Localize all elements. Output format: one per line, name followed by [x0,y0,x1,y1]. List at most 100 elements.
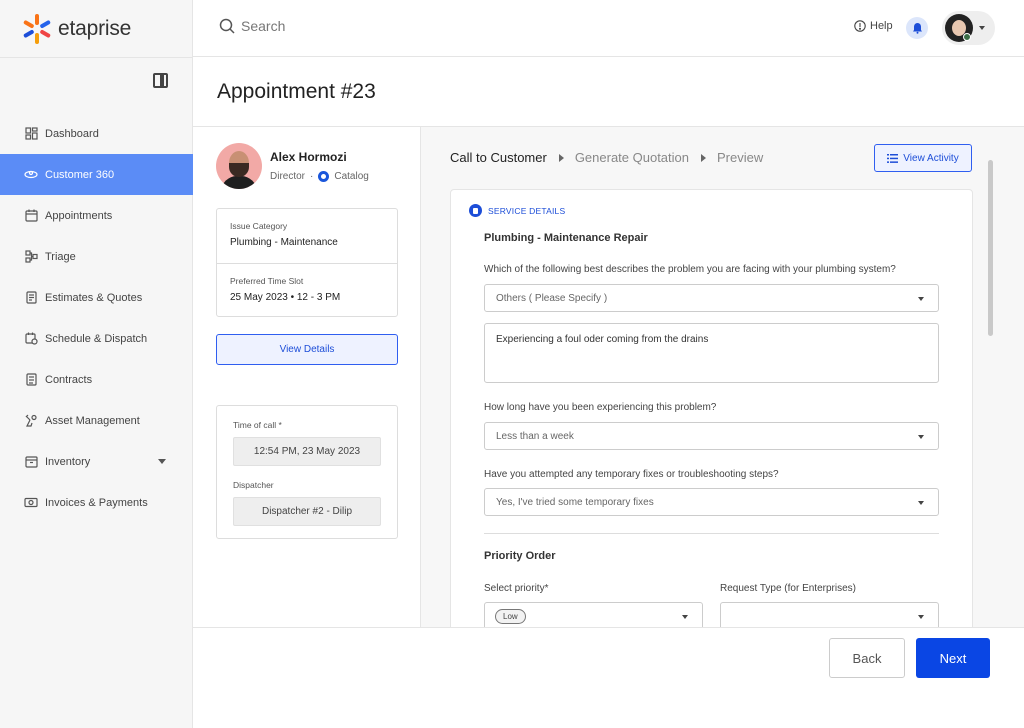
problem-detail-textarea[interactable]: Experiencing a foul oder coming from the… [484,323,939,383]
sidebar-item-inventory[interactable]: Inventory [0,441,193,482]
sidebar-item-label: Triage [45,250,76,263]
invoices-icon [24,496,38,510]
sidebar-item-label: Schedule & Dispatch [45,332,148,345]
sidebar-item-triage[interactable]: Triage [0,236,193,277]
dashboard-icon [24,127,38,141]
call-info-card: Time of call * 12:54 PM, 23 May 2023 Dis… [216,405,398,539]
sidebar-item-label: Dashboard [45,127,99,140]
request-type-select[interactable] [720,602,939,627]
sidebar-item-label: Inventory [45,455,91,468]
back-button[interactable]: Back [829,638,905,678]
issue-category-label: Issue Category [230,221,288,231]
sidebar-item-label: Appointments [45,209,113,222]
page-title: Appointment #23 [217,80,376,103]
chevron-right-icon [701,153,707,162]
divider [0,57,193,58]
view-details-button[interactable]: View Details [216,334,398,365]
top-header: Search Help [193,0,1024,57]
issue-category-value: Plumbing - Maintenance [230,237,338,248]
sidebar-item-schedule-dispatch[interactable]: Schedule & Dispatch [0,318,193,359]
select-value: Less than a week [496,430,574,442]
help-label: Help [870,20,893,32]
request-type-label: Request Type (for Enterprises) [720,583,856,594]
catalog-icon [318,171,330,182]
document-icon [469,204,482,217]
sidebar-item-label: Customer 360 [45,168,115,181]
help-icon [854,20,866,32]
select-value: Yes, I've tried some temporary fixes [496,496,654,508]
estimates-icon [24,291,38,305]
search-bar[interactable]: Search [219,18,285,34]
caret-down-icon [682,615,688,619]
app-name: etaprise [58,17,132,40]
step-preview[interactable]: Preview [717,150,763,165]
caret-down-icon [918,615,924,619]
chevron-down-icon [979,26,985,30]
step-call-to-customer[interactable]: Call to Customer [450,150,547,165]
separator: · [310,171,314,182]
sidebar-item-invoices-payments[interactable]: Invoices & Payments [0,482,193,523]
sidebar-item-estimates-quotes[interactable]: Estimates & Quotes [0,277,193,318]
caret-down-icon [918,297,924,301]
contracts-icon [24,373,38,387]
next-button[interactable]: Next [916,638,990,678]
priority-heading: Priority Order [484,550,556,562]
logo[interactable]: etaprise [22,12,131,46]
issue-category-row: Issue Category Plumbing - Maintenance [217,209,397,263]
dispatcher-label: Dispatcher [233,480,274,490]
service-details-form: SERVICE DETAILS Plumbing - Maintenance R… [450,189,973,627]
sidebar-item-label: Asset Management [45,414,140,427]
list-icon [887,153,899,163]
dispatcher-field: Dispatcher #2 - Dilip [233,497,381,526]
view-activity-label: View Activity [903,152,959,164]
customer-avatar [216,143,262,189]
sidebar-item-appointments[interactable]: Appointments [0,195,193,236]
org-label: Catalog [334,171,369,182]
time-slot-value: 25 May 2023 • 12 - 3 PM [230,292,341,303]
notifications-button[interactable] [906,17,928,39]
search-input[interactable]: Search [241,18,285,34]
form-heading: Plumbing - Maintenance Repair [484,232,648,244]
triage-icon [24,250,38,264]
caret-down-icon [918,435,924,439]
chevron-right-icon [558,153,564,162]
caret-down-icon [918,501,924,505]
calendar-icon [24,209,38,223]
sidebar: etaprise Dashboard Customer 360 Appointm… [0,0,193,728]
user-menu-button[interactable] [942,11,995,45]
help-link[interactable]: Help [854,20,893,32]
view-activity-button[interactable]: View Activity [874,144,972,172]
sidebar-item-dashboard[interactable]: Dashboard [0,113,193,154]
time-of-call-label: Time of call * [233,420,282,430]
sidebar-item-asset-management[interactable]: Asset Management [0,400,193,441]
priority-select[interactable]: Low [484,602,703,627]
question-label: Have you attempted any temporary fixes o… [484,469,779,480]
section-tag: SERVICE DETAILS [469,204,565,217]
customer-360-icon [24,168,38,182]
search-icon [219,18,235,34]
workflow-panel: Call to Customer Generate Quotation Prev… [421,127,1024,627]
customer-name: Alex Hormozi [270,150,347,164]
sidebar-nav: Dashboard Customer 360 Appointments Tria… [0,113,193,523]
sidebar-item-label: Invoices & Payments [45,496,148,509]
sidebar-item-label: Estimates & Quotes [45,291,143,304]
temporary-fixes-select[interactable]: Yes, I've tried some temporary fixes [484,488,939,516]
footer-actions: Back Next [193,627,1024,728]
priority-label: Select priority* [484,583,549,594]
sidebar-item-contracts[interactable]: Contracts [0,359,193,400]
problem-duration-select[interactable]: Less than a week [484,422,939,450]
step-generate-quotation[interactable]: Generate Quotation [575,150,689,165]
sidebar-item-customer-360[interactable]: Customer 360 [0,154,193,195]
time-slot-row: Preferred Time Slot 25 May 2023 • 12 - 3… [217,263,397,317]
schedule-icon [24,332,38,346]
collapse-sidebar-icon[interactable] [153,73,168,88]
bell-icon [912,23,922,34]
chevron-down-icon[interactable] [158,459,166,464]
question-label: How long have you been experiencing this… [484,402,717,413]
inventory-icon [24,455,38,469]
priority-chip: Low [495,608,526,624]
question-label: Which of the following best describes th… [484,264,896,275]
scrollbar[interactable] [988,160,993,336]
time-slot-label: Preferred Time Slot [230,276,304,286]
problem-type-select[interactable]: Others ( Please Specify ) [484,284,939,312]
